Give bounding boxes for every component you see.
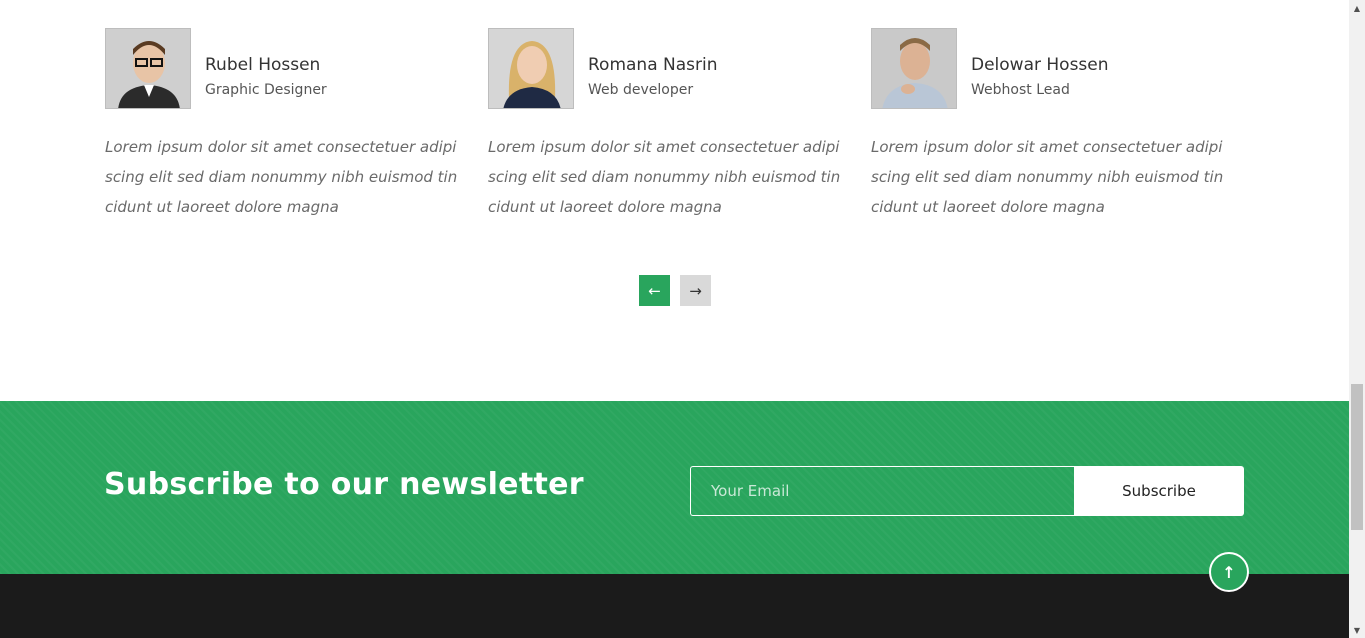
arrow-up-icon: ↑ [1222, 562, 1236, 582]
member-name: Delowar Hossen [971, 55, 1109, 75]
arrow-right-icon: → [689, 281, 702, 300]
scroll-up-arrow-icon[interactable]: ▲ [1349, 0, 1365, 16]
member-role: Graphic Designer [205, 82, 327, 98]
newsletter-title: Subscribe to our newsletter [104, 467, 584, 502]
carousel-next-button[interactable]: → [680, 275, 711, 306]
member-photo [871, 28, 957, 109]
member-quote: Lorem ipsum dolor sit amet consectetuer … [871, 138, 1224, 216]
member-photo [488, 28, 574, 109]
page: Rubel Hossen Graphic Designer Lorem ipsu… [0, 0, 1349, 638]
person-photo-icon [106, 29, 190, 108]
member-name: Rubel Hossen [205, 55, 321, 75]
newsletter-section: Subscribe to our newsletter Subscribe ↑ [0, 401, 1349, 592]
team-section: Rubel Hossen Graphic Designer Lorem ipsu… [0, 0, 1349, 401]
scroll-down-arrow-icon[interactable]: ▼ [1349, 622, 1365, 638]
member-name: Romana Nasrin [588, 55, 718, 75]
vertical-scrollbar[interactable]: ▲ ▼ [1349, 0, 1365, 638]
scroll-to-top-button[interactable]: ↑ [1209, 552, 1249, 592]
arrow-left-icon: ← [648, 281, 661, 300]
member-photo [105, 28, 191, 109]
person-photo-icon [872, 29, 956, 108]
member-role: Webhost Lead [971, 82, 1070, 98]
member-role: Web developer [588, 82, 694, 98]
subscribe-button[interactable]: Subscribe [1074, 466, 1244, 516]
scrollbar-thumb[interactable] [1351, 384, 1363, 530]
carousel-prev-button[interactable]: ← [639, 275, 670, 306]
member-quote: Lorem ipsum dolor sit amet consectetuer … [105, 138, 458, 216]
email-input[interactable] [690, 466, 1076, 516]
footer [0, 574, 1349, 638]
member-quote: Lorem ipsum dolor sit amet consectetuer … [488, 138, 841, 216]
person-photo-icon [489, 29, 573, 108]
